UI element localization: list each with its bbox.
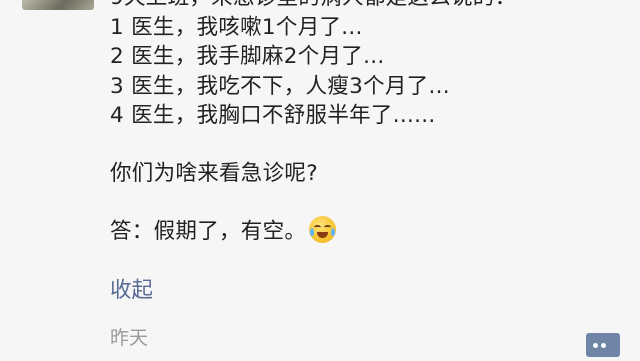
- post-timestamp: 昨天: [110, 327, 149, 349]
- moments-post-screen: 9天上班，来急诊室的病人都是这么说的： 1 医生，我咳嗽1个月了... 2 医生…: [0, 0, 640, 361]
- post-line-intro: 9天上班，来急诊室的病人都是这么说的：: [110, 0, 630, 13]
- post-line-1: 1 医生，我咳嗽1个月了...: [110, 14, 363, 40]
- post-text: 9天上班，来急诊室的病人都是这么说的： 1 医生，我咳嗽1个月了... 2 医生…: [110, 0, 630, 246]
- emoji-mouth: [317, 232, 329, 238]
- emoji-tear: [310, 228, 315, 236]
- more-dots-icon: [601, 343, 606, 348]
- more-dots-icon: [593, 343, 598, 348]
- post-line-4: 4 医生，我胸口不舒服半年了......: [110, 103, 436, 128]
- post-line-2: 2 医生，我手脚麻2个月了...: [110, 44, 385, 69]
- face-with-tears-of-joy-icon: [309, 216, 337, 243]
- answer-text: 答：假期了，有空。: [110, 219, 307, 244]
- emoji-tear: [331, 228, 336, 236]
- emoji-eye: [314, 225, 322, 230]
- post-line-answer: 答：假期了，有空。: [110, 216, 630, 246]
- post-line-3: 3 医生，我吃不下，人瘦3个月了...: [110, 73, 450, 99]
- collapse-link[interactable]: 收起: [110, 276, 153, 306]
- avatar[interactable]: [22, 0, 94, 10]
- post-line-question: 你们为啥来看急诊呢?: [110, 160, 318, 186]
- comment-more-button[interactable]: [586, 333, 620, 357]
- emoji-eye: [324, 225, 332, 230]
